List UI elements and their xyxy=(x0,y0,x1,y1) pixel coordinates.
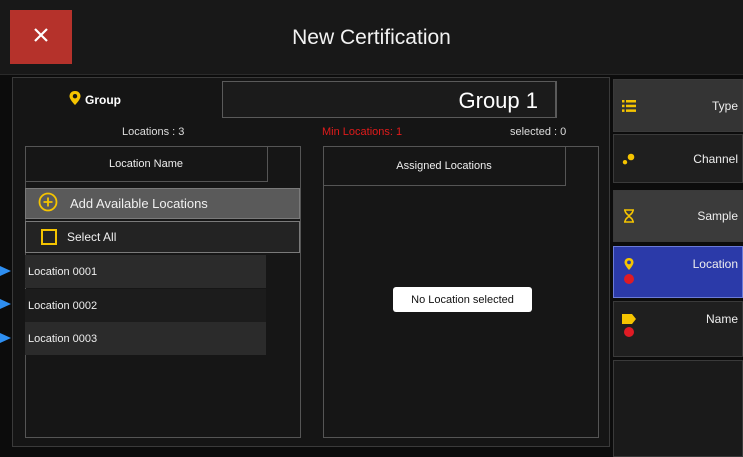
close-button[interactable] xyxy=(10,10,72,64)
list-icon xyxy=(620,99,638,112)
nav-item-type[interactable]: Type xyxy=(613,79,743,132)
nav-item-label: Channel xyxy=(693,151,738,166)
nav-item-location[interactable]: Location xyxy=(613,246,743,298)
add-available-locations-button[interactable]: Add Available Locations xyxy=(25,188,300,219)
alert-dot-icon xyxy=(624,327,634,337)
group-label: Group xyxy=(68,90,121,109)
add-available-locations-label: Add Available Locations xyxy=(70,196,208,211)
nav-item-sample[interactable]: Sample xyxy=(613,190,743,242)
group-label-text: Group xyxy=(85,92,121,107)
arrow-right-icon xyxy=(0,333,11,343)
nav-item-name[interactable]: Name xyxy=(613,301,743,357)
alert-dot-icon xyxy=(624,274,634,284)
title-bar xyxy=(0,0,743,75)
list-item[interactable]: Location 0003 xyxy=(25,322,266,355)
list-item[interactable]: Location 0002 xyxy=(25,289,266,322)
nav-item-label: Type xyxy=(711,98,738,113)
select-all-checkbox[interactable] xyxy=(41,229,57,245)
tag-icon xyxy=(620,314,638,356)
hourglass-icon xyxy=(620,209,638,223)
nav-item-label: Sample xyxy=(697,209,738,223)
select-all-row[interactable]: Select All xyxy=(25,221,300,253)
channel-icon xyxy=(620,153,638,165)
close-icon xyxy=(33,27,49,48)
select-all-label: Select All xyxy=(67,230,117,244)
nav-empty-area xyxy=(613,360,743,457)
empty-state-message: No Location selected xyxy=(393,287,532,312)
nav-item-label: Location xyxy=(692,257,738,271)
location-name-header: Location Name xyxy=(25,146,268,182)
nav-item-channel[interactable]: Channel xyxy=(613,134,743,183)
locations-count: Locations : 3 xyxy=(122,126,185,138)
location-pin-icon xyxy=(68,90,82,109)
text-cursor xyxy=(555,82,556,117)
nav-item-label: Name xyxy=(705,312,738,326)
selected-count: selected : 0 xyxy=(510,126,567,138)
list-item[interactable]: Location 0001 xyxy=(25,255,266,288)
group-name-input[interactable]: Group 1 xyxy=(222,81,557,118)
arrow-right-icon xyxy=(0,299,11,309)
plus-circle-icon xyxy=(38,192,58,215)
assigned-locations-header: Assigned Locations xyxy=(323,146,566,186)
arrow-right-icon xyxy=(0,266,11,276)
location-pin-icon xyxy=(620,257,638,297)
min-locations-warning: Min Locations: 1 xyxy=(322,126,403,138)
